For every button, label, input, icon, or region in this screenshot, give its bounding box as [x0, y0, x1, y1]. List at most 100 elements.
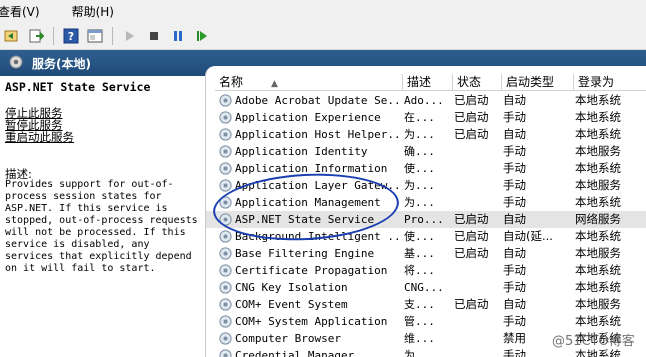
service-status-cell [454, 194, 500, 211]
column-header-status[interactable]: 状态 [453, 74, 502, 91]
service-name-cell: Application Layer Gatew... [235, 179, 402, 192]
service-row[interactable]: ASP.NET State Service Pro... 已启动 自动 网络服务 [206, 211, 646, 228]
service-startup-cell: 手动 [503, 263, 526, 277]
service-description-cell: 为... [404, 179, 435, 192]
gear-icon [8, 54, 24, 73]
service-gear-icon [218, 297, 233, 312]
export-list-icon[interactable] [26, 26, 46, 46]
toolbar: ? [0, 22, 646, 50]
service-description-cell: Pro... [404, 213, 444, 226]
service-startup-cell: 手动 [503, 110, 526, 124]
services-title: 服务(本地) [32, 56, 91, 71]
column-header-logon[interactable]: 登录为 [574, 74, 646, 91]
service-description-cell: 管... [404, 315, 435, 328]
service-detail-pane: ASP.NET State Service 停止此服务 暂停此服务 重启动此服务… [0, 76, 205, 357]
service-startup-cell: 自动 [503, 297, 526, 311]
column-header-description[interactable]: 描述 [403, 74, 453, 91]
service-logon-cell: 本地系统 [575, 229, 621, 243]
service-status-cell: 已启动 [454, 93, 489, 107]
service-status-cell [454, 279, 500, 296]
service-gear-icon [218, 144, 233, 159]
service-row[interactable]: COM+ Event System 支... 已启动 自动 本地服务 [206, 296, 646, 313]
service-gear-icon [218, 161, 233, 176]
service-logon-cell: 本地服务 [575, 297, 621, 311]
service-row[interactable]: Certificate Propagation 将... 手动 本地系统 [206, 262, 646, 279]
column-header-startup-type[interactable]: 启动类型 [502, 74, 574, 91]
service-logon-cell: 本地系统 [575, 263, 621, 277]
service-row[interactable]: Application Host Helper... 为... 已启动 自动 本地系统 [206, 126, 646, 143]
service-gear-icon [218, 195, 233, 210]
service-description-cell: Ado... [404, 94, 444, 107]
service-logon-cell: 本地系统 [575, 161, 621, 175]
service-row[interactable]: Application Management 为... 手动 本地系统 [206, 194, 646, 211]
sort-arrow-icon: ▲ [271, 79, 278, 89]
service-startup-cell: 手动 [503, 144, 526, 158]
service-gear-icon [218, 127, 233, 142]
service-description-cell: 确... [404, 145, 435, 158]
service-name-cell: Background Intelligent ... [235, 230, 402, 243]
service-startup-cell: 手动 [503, 314, 526, 328]
service-name-cell: Adobe Acrobat Update Se... [235, 94, 402, 107]
start-service-icon[interactable] [120, 26, 140, 46]
service-description-cell: 使... [404, 162, 435, 175]
service-logon-cell: 本地系统 [575, 280, 621, 294]
column-header-name[interactable]: 名称 ▲ [215, 74, 403, 91]
restart-service-link[interactable]: 重启动此服务 [5, 131, 74, 143]
service-logon-cell: 本地系统 [575, 110, 621, 124]
service-row[interactable]: CNG Key Isolation CNG... 手动 本地系统 [206, 279, 646, 296]
service-row[interactable]: Application Information 使... 手动 本地系统 [206, 160, 646, 177]
service-gear-icon [218, 229, 233, 244]
service-status-cell: 已启动 [454, 246, 489, 260]
back-icon[interactable] [2, 26, 22, 46]
service-row[interactable]: Adobe Acrobat Update Se... Ado... 已启动 自动 本地系… [206, 92, 646, 109]
help-icon[interactable]: ? [61, 26, 81, 46]
service-description-cell: 为... [404, 349, 435, 357]
service-description-cell: CNG... [404, 281, 444, 294]
service-status-cell [454, 177, 500, 194]
service-startup-cell: 手动 [503, 161, 526, 175]
service-status-cell [454, 160, 500, 177]
service-name-cell: Application Host Helper... [235, 128, 402, 141]
service-gear-icon [218, 331, 233, 346]
service-gear-icon [218, 178, 233, 193]
service-description-cell: 基... [404, 247, 435, 260]
service-description-cell: 使... [404, 230, 435, 243]
menu-bar: 查看(V) 帮助(H) [0, 0, 646, 22]
service-row[interactable]: Application Experience 在... 已启动 手动 本地系统 [206, 109, 646, 126]
restart-service-icon[interactable] [192, 26, 212, 46]
properties-icon[interactable] [85, 26, 105, 46]
menu-help[interactable]: 帮助(H) [72, 3, 122, 20]
service-name-cell: Application Management [235, 196, 381, 209]
menu-view[interactable]: 查看(V) [0, 3, 48, 20]
service-startup-cell: 自动 [503, 212, 526, 226]
toolbar-separator [112, 26, 113, 45]
service-gear-icon [218, 314, 233, 329]
stop-service-icon[interactable] [144, 26, 164, 46]
pause-service-icon[interactable] [168, 26, 188, 46]
service-logon-cell: 本地服务 [575, 246, 621, 260]
service-row[interactable]: Application Layer Gatew... 为... 手动 本地服务 [206, 177, 646, 194]
service-startup-cell: 手动 [503, 280, 526, 294]
service-description: Provides support for out-of- process ses… [5, 179, 198, 274]
service-gear-icon [218, 93, 233, 108]
service-name-cell: Computer Browser [235, 332, 341, 345]
service-row[interactable]: COM+ System Application 管... 手动 本地系统 [206, 313, 646, 330]
service-status-cell [454, 313, 500, 330]
service-logon-cell: 本地服务 [575, 144, 621, 158]
service-name-cell: ASP.NET State Service [235, 213, 375, 226]
service-name-cell: Base Filtering Engine [235, 247, 375, 260]
service-gear-icon [218, 263, 233, 278]
service-status-cell: 已启动 [454, 110, 489, 124]
service-description-cell: 将... [404, 264, 435, 277]
service-row[interactable]: Background Intelligent ... 使... 已启动 自动(延...… [206, 228, 646, 245]
service-status-cell [454, 143, 500, 160]
watermark: @51CTO博客 [552, 334, 635, 349]
service-startup-cell: 手动 [503, 178, 526, 192]
service-description-cell: 为... [404, 128, 435, 141]
service-startup-cell: 手动 [503, 195, 526, 209]
service-row[interactable]: Application Identity 确... 手动 本地服务 [206, 143, 646, 160]
service-name-cell: Application Information [235, 162, 388, 175]
service-logon-cell: 本地系统 [575, 127, 621, 141]
service-status-cell [454, 347, 500, 357]
service-row[interactable]: Base Filtering Engine 基... 已启动 自动 本地服务 [206, 245, 646, 262]
